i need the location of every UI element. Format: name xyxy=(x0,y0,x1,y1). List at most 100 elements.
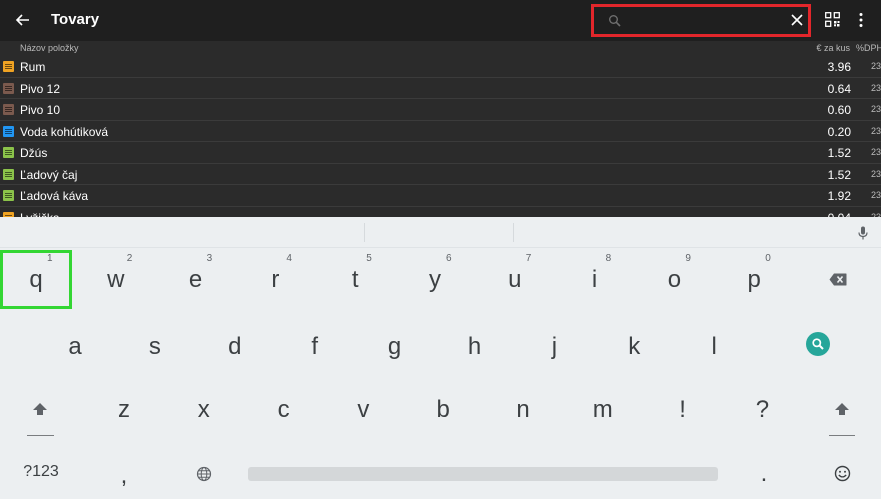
category-color-icon xyxy=(3,61,14,72)
app-bar: Tovary xyxy=(0,0,881,41)
suggestion-strip xyxy=(0,217,881,248)
key-a[interactable]: a xyxy=(60,333,90,361)
key-exclamation[interactable]: ! xyxy=(668,396,698,424)
space-bar[interactable] xyxy=(248,467,718,481)
key-hint-number: 2 xyxy=(126,253,133,264)
backspace-icon[interactable] xyxy=(829,273,847,286)
key-n[interactable]: n xyxy=(508,396,538,424)
category-color-icon xyxy=(3,190,14,201)
key-hint-number: 7 xyxy=(525,253,532,264)
back-arrow-icon[interactable] xyxy=(12,9,34,31)
key-l[interactable]: l xyxy=(699,333,729,361)
more-options-icon[interactable] xyxy=(858,12,864,28)
category-color-icon xyxy=(3,147,14,158)
list-item[interactable]: Ľadová káva 1.92 23 xyxy=(0,185,881,207)
items-list: Názov položky € za kus %DPH Rum 3.96 23 Piv… xyxy=(0,41,881,217)
search-box[interactable] xyxy=(591,4,811,37)
page-title: Tovary xyxy=(51,11,100,28)
microphone-icon[interactable] xyxy=(858,226,868,240)
list-header: Názov položky € za kus %DPH xyxy=(0,41,881,55)
key-g[interactable]: g xyxy=(380,333,410,361)
key-d[interactable]: d xyxy=(220,333,250,361)
key-hint-number: 6 xyxy=(446,253,452,264)
key-letter: w xyxy=(107,266,125,293)
symbols-key[interactable]: ?123 xyxy=(14,463,68,481)
item-price: 1.92 xyxy=(827,189,851,203)
shift-left-icon[interactable] xyxy=(32,402,48,416)
key-hint-number: 9 xyxy=(685,253,691,264)
list-item[interactable]: Voda kohútiková 0.20 23 xyxy=(0,121,881,142)
key-k[interactable]: k xyxy=(619,333,649,361)
list-item[interactable]: Lyžička0.0423 xyxy=(0,207,881,217)
period-key[interactable]: . xyxy=(752,460,776,488)
item-vat: 23 xyxy=(871,147,881,157)
key-q-highlight xyxy=(0,250,72,309)
key-j[interactable]: j xyxy=(539,333,569,361)
key-letter: t xyxy=(351,266,359,293)
item-name: Pivo 12 xyxy=(20,81,61,96)
key-o[interactable]: o9 xyxy=(659,253,691,294)
key-i[interactable]: i8 xyxy=(580,253,611,294)
list-item[interactable]: Ľadový čaj 1.52 23 xyxy=(0,164,881,185)
key-s[interactable]: s xyxy=(140,333,170,361)
key-m[interactable]: m xyxy=(588,396,618,424)
item-vat: 23 xyxy=(871,168,881,179)
key-hint-number: 3 xyxy=(206,253,213,264)
shift-right-underline xyxy=(829,435,855,436)
shift-right-icon[interactable] xyxy=(834,402,850,416)
item-price: 1.52 xyxy=(827,146,851,160)
search-action-icon[interactable] xyxy=(806,332,830,356)
key-y[interactable]: y6 xyxy=(420,253,452,294)
comma-key[interactable]: , xyxy=(112,462,136,490)
key-hint-number: 8 xyxy=(605,253,612,264)
item-price: 0.64 xyxy=(827,81,851,96)
globe-icon[interactable] xyxy=(196,466,212,482)
list-item[interactable]: Pivo 12 0.64 23 xyxy=(0,78,881,99)
key-t[interactable]: t5 xyxy=(340,253,372,294)
key-w[interactable]: w2 xyxy=(101,253,132,294)
key-question[interactable]: ? xyxy=(747,396,777,424)
key-r[interactable]: r4 xyxy=(260,253,292,294)
item-vat: 23 xyxy=(871,61,881,71)
key-v[interactable]: v xyxy=(348,396,378,424)
qr-code-icon[interactable] xyxy=(825,12,840,27)
key-letter: p xyxy=(747,266,761,293)
list-item[interactable]: Rum 3.96 23 xyxy=(0,56,881,78)
key-c[interactable]: c xyxy=(269,396,299,424)
item-price: 1.52 xyxy=(827,167,851,182)
list-item[interactable]: Džús 1.52 23 xyxy=(0,142,881,164)
key-z[interactable]: z xyxy=(109,396,139,424)
item-price: 0.20 xyxy=(827,124,851,139)
category-color-icon xyxy=(3,104,14,115)
key-x[interactable]: x xyxy=(189,396,219,424)
key-f[interactable]: f xyxy=(300,333,330,361)
key-e[interactable]: e3 xyxy=(181,253,212,294)
item-vat: 23 xyxy=(871,125,881,136)
key-letter: u xyxy=(508,266,522,293)
category-color-icon xyxy=(3,82,14,94)
key-hint-number: 4 xyxy=(286,253,292,264)
shift-left-underline xyxy=(27,435,54,436)
item-name: Pivo 10 xyxy=(20,103,61,117)
item-price: 3.96 xyxy=(827,60,851,74)
key-b[interactable]: b xyxy=(428,396,458,424)
search-input[interactable] xyxy=(630,10,780,32)
emoji-icon[interactable] xyxy=(834,465,851,482)
key-letter: y xyxy=(429,266,441,293)
key-u[interactable]: u7 xyxy=(500,253,531,294)
key-h[interactable]: h xyxy=(460,333,490,361)
key-letter: o xyxy=(667,266,682,293)
suggestion-divider xyxy=(364,223,365,242)
item-vat: 23 xyxy=(871,104,881,114)
item-name: Voda kohútiková xyxy=(20,124,109,139)
column-header-name: Názov položky xyxy=(20,43,79,53)
search-icon xyxy=(609,15,621,27)
list-item[interactable]: Pivo 10 0.60 23 xyxy=(0,99,881,121)
item-name: Ľadový čaj xyxy=(20,167,78,182)
clear-search-icon[interactable] xyxy=(789,12,805,28)
key-p[interactable]: p0 xyxy=(739,253,771,294)
item-vat: 23 xyxy=(871,82,881,93)
item-name: Džús xyxy=(20,146,48,160)
column-header-vat: %DPH xyxy=(856,43,881,53)
category-color-icon xyxy=(3,168,14,180)
